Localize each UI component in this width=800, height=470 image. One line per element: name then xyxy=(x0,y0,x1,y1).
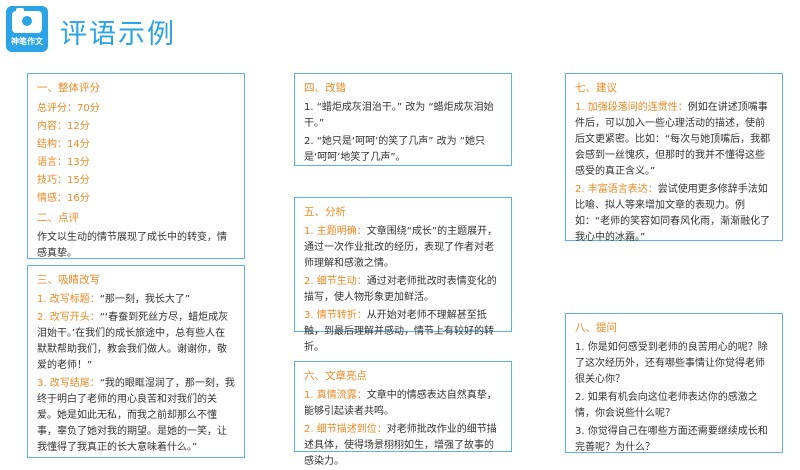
score-structure: 结构：14分 xyxy=(37,139,90,150)
highlight-item: 1. 真情流露：文章中的情感表达自然真挚，能够引起读者共鸣。 xyxy=(304,390,497,417)
suggestion-item: 1. 加强段落间的连贯性：例如在讲述顶嘴事件后，可以加入一些心理活动的描述，使前… xyxy=(575,102,771,177)
rewrite-section-title: 三、吸睛改写 xyxy=(37,274,100,286)
score-card: 一、整体评分 总评分：70分 内容：12分 结构：14分 语言：13分 技巧：1… xyxy=(27,73,245,259)
highlights-card: 六、文章亮点 1. 真情流露：文章中的情感表达自然真挚，能够引起读者共鸣。 2.… xyxy=(294,361,512,467)
rewrite-item: 1. 改写标题：“那一刻，我长大了” xyxy=(37,294,191,305)
comment-section-title: 二、点评 xyxy=(37,212,79,224)
score-technique: 技巧：15分 xyxy=(37,175,90,186)
analysis-item: 3. 情节转折：从开始对老师不理解甚至抵触，到最后理解并感动，情节上有较好的转折… xyxy=(304,310,494,353)
page-title: 评语示例 xyxy=(60,19,176,50)
suggestions-section-title: 七、建议 xyxy=(575,82,617,94)
highlight-item: 2. 细节描述到位：对老师批改作业的细节描述具体，使得场景栩栩如生，增强了故事的… xyxy=(304,424,497,467)
correction-item: 2. “她只是‘呵呵’的笑了几声” 改为 “她只是‘呵呵’地笑了几声”。 xyxy=(304,136,485,163)
questions-section-title: 八、提问 xyxy=(575,322,617,334)
questions-card: 八、提问 1. 你是如何感受到老师的良苦用心的呢？除了这次经历外，还有哪些事情让… xyxy=(565,313,783,453)
suggestion-item: 2. 丰富语言表达：尝试使用更多修辞手法如比喻、拟人等来增加文章的表现力。例如：… xyxy=(575,184,771,243)
score-emotion: 情感：16分 xyxy=(37,193,90,204)
app-logo: 神笔作文 xyxy=(6,6,48,52)
logo-text: 神笔作文 xyxy=(11,37,43,46)
correction-item: 1. “蜡炬成灰泪治干。” 改为 “蜡炬成灰泪始干。” xyxy=(304,102,494,129)
highlights-section-title: 六、文章亮点 xyxy=(304,370,367,382)
question-item: 1. 你是如何感受到老师的良苦用心的呢？除了这次经历外，还有哪些事情让你觉得老师… xyxy=(575,342,768,385)
camera-icon xyxy=(12,8,42,33)
rewrite-card: 三、吸睛改写 1. 改写标题：“那一刻，我长大了” 2. 改写开头：“‘春蚕到死… xyxy=(27,265,245,458)
score-total: 总评分：70分 xyxy=(37,103,100,114)
analysis-section-title: 五、分析 xyxy=(304,206,346,218)
score-section-title: 一、整体评分 xyxy=(37,82,100,94)
comment-text: 作文以生动的情节展现了成长中的转变，情感真挚。 xyxy=(37,232,227,259)
score-content: 内容：12分 xyxy=(37,121,90,132)
corrections-card: 四、改错 1. “蜡炬成灰泪治干。” 改为 “蜡炬成灰泪始干。” 2. “她只是… xyxy=(294,73,512,166)
rewrite-item: 2. 改写开头：“‘春蚕到死丝方尽，蜡炬成灰泪始干。’在我们的成长旅途中，总有些… xyxy=(37,312,229,371)
corrections-section-title: 四、改错 xyxy=(304,82,346,94)
suggestions-card: 七、建议 1. 加强段落间的连贯性：例如在讲述顶嘴事件后，可以加入一些心理活动的… xyxy=(565,73,783,243)
analysis-item: 1. 主题明确：文章围绕“成长”的主题展开，通过一次作业批改的经历，表现了作者对… xyxy=(304,226,498,269)
rewrite-item: 3. 改写结尾：“我的眼眶湿润了，那一刻，我终于明白了老师的用心良苦和对我们的关… xyxy=(37,378,235,453)
question-item: 3. 你觉得自己在哪些方面还需要继续成长和完善呢？为什么？ xyxy=(575,426,768,453)
analysis-card: 五、分析 1. 主题明确：文章围绕“成长”的主题展开，通过一次作业批改的经历，表… xyxy=(294,197,512,353)
score-language: 语言：13分 xyxy=(37,157,90,168)
analysis-item: 2. 细节生动：通过对老师批改时表情变化的描写，使人物形象更加鲜活。 xyxy=(304,276,497,303)
question-item: 2. 如果有机会向这位老师表达你的感激之情，你会说些什么呢？ xyxy=(575,392,758,419)
